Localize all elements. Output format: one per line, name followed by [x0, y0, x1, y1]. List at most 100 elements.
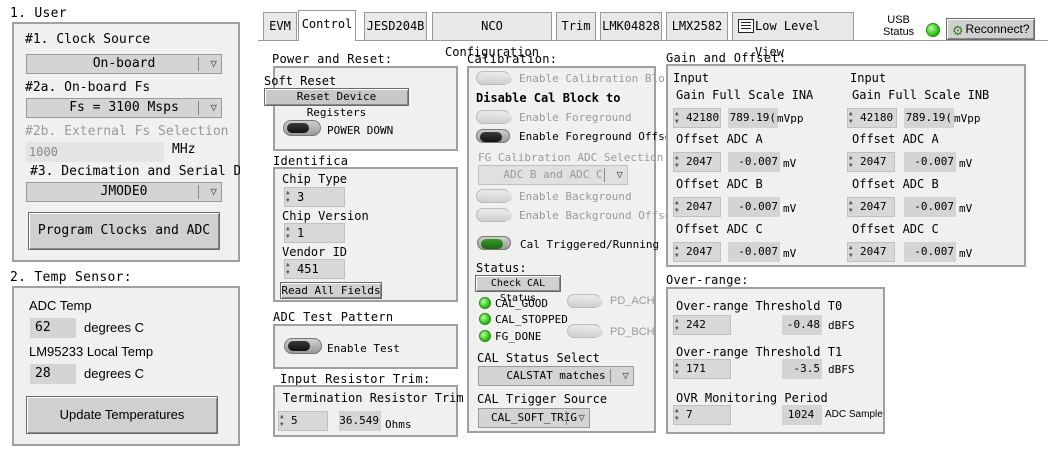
reconnect-label: Reconnect?	[965, 22, 1030, 36]
tab-lmk04828[interactable]: LMK04828	[600, 12, 662, 40]
lm-temp-label: LM95233 Local Temp	[29, 344, 154, 359]
pd-bch-indicator	[567, 324, 603, 338]
enable-bg-toggle[interactable]	[476, 189, 512, 203]
offset-b-adc-c-input[interactable]: ▲ ▼ 2047	[847, 242, 895, 262]
gear-icon: ⚙	[952, 23, 964, 38]
vendor-id-label: Vendor ID	[282, 245, 348, 259]
fg-done-label: FG_DONE	[495, 330, 542, 343]
enable-cal-block-label: Enable Calibration Block	[519, 72, 678, 85]
soft-reset-label: Soft Reset	[264, 74, 337, 88]
cal-status-select-label: CAL Status Select	[477, 351, 600, 365]
tab-nco-configuration[interactable]: NCO Configuration	[432, 12, 552, 59]
gain-b-readout: 789.19(	[904, 108, 954, 128]
power-down-toggle[interactable]	[283, 120, 321, 136]
cal-triggered-indicator	[477, 236, 511, 250]
offset-a-adc-a-input[interactable]: ▲ ▼ 2047	[673, 152, 721, 172]
read-all-fields-button[interactable]: Read All Fields	[280, 282, 382, 299]
chip-version-value: ▲ ▼ 1	[284, 223, 345, 243]
ovr-period-input[interactable]: ▲ ▼ 7	[673, 405, 731, 425]
termination-resistor-input[interactable]: ▲ ▼ 5	[278, 411, 328, 431]
tab-bar-line	[258, 40, 1048, 41]
temp-section-title: 2. Temp Sensor:	[10, 270, 132, 285]
t0-input[interactable]: ▲ ▼ 242	[673, 315, 731, 335]
enable-test-toggle[interactable]	[284, 338, 322, 354]
enable-fg-toggle[interactable]	[476, 110, 512, 124]
gain-offset-title: Gain and Offset:	[666, 51, 787, 65]
ovr-period-label: OVR Monitoring Period	[676, 391, 828, 405]
offset-a-adc-b-readout: -0.007	[728, 197, 780, 217]
tab-trim[interactable]: Trim	[556, 12, 596, 40]
onboard-fs-value: Fs = 3100 Msps	[69, 100, 179, 115]
fg-adc-selection-select[interactable]: ADC B and ADC C ▽	[478, 165, 628, 185]
enable-cal-block-toggle[interactable]	[476, 71, 512, 85]
tab-evm[interactable]: EVM	[263, 12, 297, 40]
program-clocks-button[interactable]: Program Clocks and ADC	[28, 212, 220, 250]
gain-a-label: Gain Full Scale INA	[676, 88, 814, 102]
decimation-select[interactable]: JMODE0 ▽	[26, 182, 222, 202]
over-range-box: Over-range Threshold T0 ▲ ▼ 242 -0.48 dBFS…	[666, 287, 885, 434]
fg-done-led	[479, 330, 491, 342]
power-reset-title: Power and Reset:	[272, 52, 393, 66]
offset-a-adc-c-label: Offset ADC C	[676, 222, 763, 236]
vendor-id-value: ▲ ▼ 451	[284, 259, 345, 279]
enable-bg-label: Enable Background	[519, 190, 632, 203]
offset-b-adc-a-label: Offset ADC A	[852, 132, 939, 146]
clock-source-select[interactable]: On-board ▽	[26, 54, 222, 74]
reconnect-button[interactable]: ⚙ Reconnect?	[946, 18, 1035, 40]
ovr-period-readout: 1024	[782, 405, 822, 425]
offset-b-adc-a-input[interactable]: ▲ ▼ 2047	[847, 152, 895, 172]
cal-trigger-source-select[interactable]: CAL_SOFT_TRIG ▽	[478, 408, 590, 428]
termination-resistor-label: Termination Resistor Trim	[283, 391, 464, 405]
user-section-title: 1. User	[10, 6, 67, 21]
input-b-label: Input	[850, 71, 887, 85]
identification-title: Identifica	[273, 154, 349, 168]
update-temperatures-button[interactable]: Update Temperatures	[26, 396, 218, 434]
adc-temp-unit: degrees C	[84, 320, 144, 335]
temp-panel: ADC Temp 62 degrees C LM95233 Local Temp…	[12, 286, 240, 446]
gain-a-input[interactable]: ▲ ▼ 42180	[673, 108, 721, 128]
offset-a-adc-b-input[interactable]: ▲ ▼ 2047	[673, 197, 721, 217]
enable-bg-offset-toggle[interactable]	[476, 208, 512, 222]
pd-bch-label: PD_BCH	[610, 326, 655, 338]
pd-ach-indicator	[567, 294, 603, 308]
offset-a-adc-a-label: Offset ADC A	[676, 132, 763, 146]
t1-label: Over-range Threshold T1	[676, 345, 843, 359]
offset-b-adc-b-readout: -0.007	[904, 197, 956, 217]
external-fs-input[interactable]: 1000	[26, 142, 164, 162]
gain-b-input[interactable]: ▲ ▼ 42180	[847, 108, 897, 128]
status-title: Status:	[476, 261, 527, 275]
t0-label: Over-range Threshold T0	[676, 299, 843, 313]
reset-device-registers-button[interactable]: Reset Device Registers	[264, 88, 409, 119]
lm-temp-unit: degrees C	[84, 366, 144, 381]
enable-fg-offset-toggle[interactable]	[476, 129, 510, 143]
cal-status-select[interactable]: CALSTAT matches ▽	[478, 366, 634, 386]
tab-control[interactable]: Control	[298, 10, 356, 41]
onboard-fs-label: #2a. On-board Fs	[25, 80, 151, 95]
decimation-label: #3. Decimation and Serial De	[30, 164, 240, 179]
t1-input[interactable]: ▲ ▼ 171	[673, 359, 731, 379]
onboard-fs-select[interactable]: Fs = 3100 Msps ▽	[26, 98, 222, 118]
offset-b-adc-b-input[interactable]: ▲ ▼ 2047	[847, 197, 895, 217]
tab-lmx2582[interactable]: LMX2582	[666, 12, 728, 40]
t1-readout: -3.5	[782, 359, 822, 379]
table-icon	[738, 19, 754, 33]
check-cal-status-button[interactable]: Check CAL Status	[475, 275, 561, 304]
clock-source-value: On-board	[92, 56, 156, 71]
offset-b-adc-a-readout: -0.007	[904, 152, 956, 172]
chevron-down-icon: ▽	[616, 168, 623, 181]
t0-readout: -0.48	[782, 315, 822, 335]
adc-temp-label: ADC Temp	[29, 298, 92, 313]
decimation-value: JMODE0	[100, 184, 148, 199]
chevron-down-icon: ▽	[210, 185, 217, 198]
cal-trigger-source-label: CAL Trigger Source	[477, 392, 608, 406]
tab-jesd204b[interactable]: JESD204B	[364, 12, 427, 40]
chevron-down-icon: ▽	[210, 101, 217, 114]
chip-type-label: Chip Type	[282, 172, 348, 186]
identification-box: Chip Type ▲ ▼ 3 Chip Version ▲ ▼ 1 Vendor ID…	[273, 167, 458, 302]
offset-b-adc-b-unit: mV	[959, 202, 973, 215]
over-range-title: Over-range:	[666, 273, 749, 287]
offset-a-adc-c-input[interactable]: ▲ ▼ 2047	[673, 242, 721, 262]
tab-low-level-view[interactable]: Low Level View	[732, 12, 854, 59]
gain-a-unit: mVpp	[777, 112, 804, 125]
offset-a-adc-b-unit: mV	[783, 202, 797, 215]
